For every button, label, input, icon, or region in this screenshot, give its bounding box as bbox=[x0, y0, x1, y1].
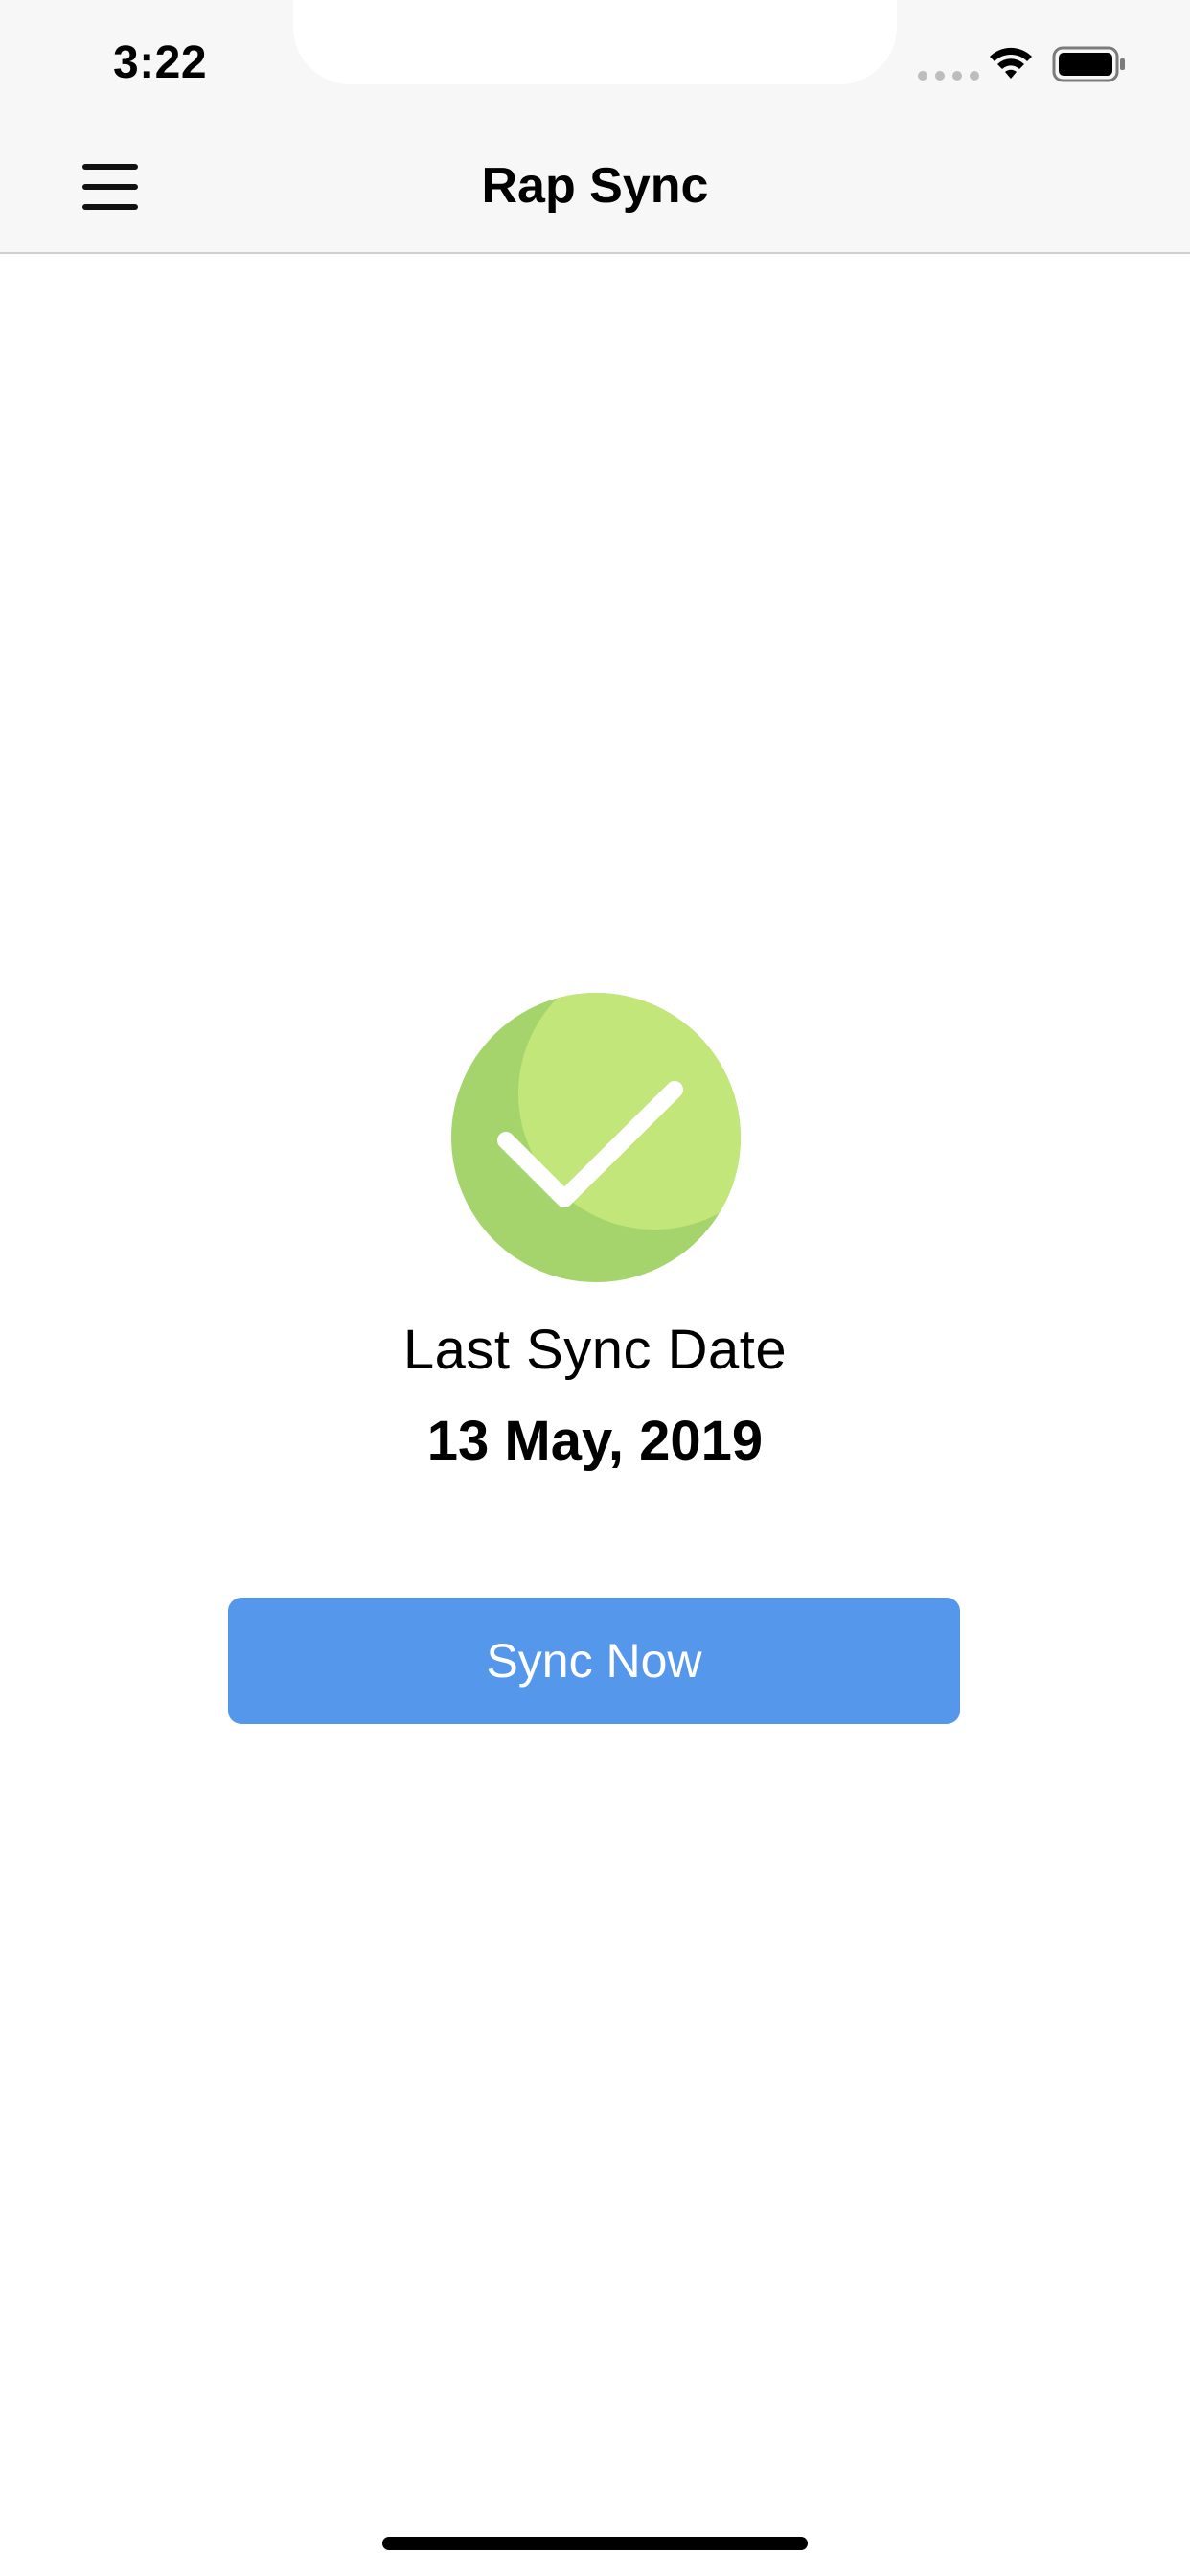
status-time: 3:22 bbox=[113, 37, 208, 88]
page-title: Rap Sync bbox=[481, 158, 709, 214]
wifi-icon bbox=[990, 47, 1032, 79]
device-notch bbox=[293, 0, 897, 84]
top-bar-area: 3:22 Rap Sync bbox=[0, 0, 1190, 254]
sync-now-button[interactable]: Sync Now bbox=[228, 1598, 960, 1724]
signal-dots-icon bbox=[918, 71, 979, 80]
battery-icon bbox=[1052, 46, 1125, 82]
last-sync-date: 13 May, 2019 bbox=[426, 1410, 764, 1472]
last-sync-label: Last Sync Date bbox=[402, 1319, 788, 1381]
sync-now-label: Sync Now bbox=[486, 1634, 702, 1688]
home-indicator[interactable] bbox=[382, 2537, 808, 2550]
check-circle-icon bbox=[451, 993, 741, 1282]
